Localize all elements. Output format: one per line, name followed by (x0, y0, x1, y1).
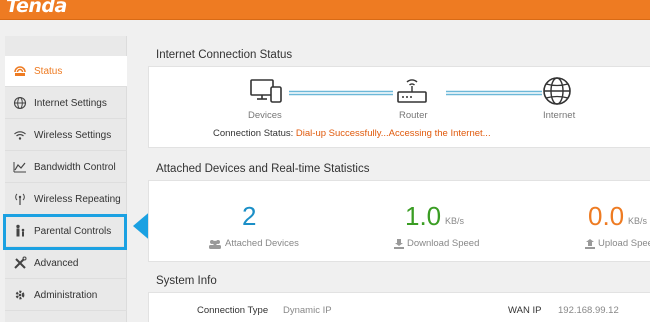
status-icon (13, 64, 27, 78)
gear-icon (13, 288, 27, 302)
internet-status-title: Internet Connection Status (156, 49, 293, 61)
devices-router-link (289, 90, 393, 96)
connection-type-label: Connection Type (197, 305, 269, 316)
connection-status-label: Connection Status: (213, 128, 294, 139)
download-icon (394, 238, 404, 249)
sidebar-item-internet-settings[interactable]: Internet Settings (5, 88, 127, 119)
download-speed-label: Download Speed (407, 238, 480, 249)
tenda-logo: Tenda (6, 0, 67, 17)
sidebar-item-bandwidth-control[interactable]: Bandwidth Control (5, 152, 127, 183)
attached-devices-label: Attached Devices (225, 238, 299, 249)
upload-speed-unit: KB/s (628, 216, 648, 226)
connection-status-value: Dial-up Successfully...Accessing the Int… (295, 128, 491, 139)
sidebar-item-wireless-settings[interactable]: Wireless Settings (5, 120, 127, 151)
upload-speed-value: 0.0 (588, 201, 625, 231)
internet-label: Internet (543, 110, 576, 121)
wifi-icon (13, 128, 27, 142)
download-speed-unit: KB/s (445, 216, 465, 226)
attached-devices-count[interactable]: 2 (242, 203, 256, 229)
users-icon (209, 239, 221, 249)
sidebar-item-label: Wireless Settings (34, 129, 112, 141)
sidebar-item-label: Administration (34, 289, 98, 301)
sidebar-item-advanced[interactable]: Advanced (5, 248, 127, 279)
stats-card (148, 180, 650, 262)
connection-status: Connection Status: Dial-up Successfully.… (213, 128, 491, 139)
upload-speed-label: Upload Spee (598, 238, 650, 249)
devices-label: Devices (248, 110, 282, 121)
sidebar-item-label: Status (34, 65, 63, 77)
antenna-icon (13, 192, 27, 206)
wan-ip-label: WAN IP (508, 305, 542, 316)
upload-icon (585, 238, 595, 249)
connection-type-value: Dynamic IP (283, 305, 332, 316)
attached-devices-label-row: Attached Devices (208, 238, 299, 249)
system-info-title: System Info (156, 275, 217, 287)
router-label: Router (399, 110, 428, 121)
parental-controls-highlight (3, 214, 127, 250)
internet-globe-icon (543, 77, 571, 105)
sidebar-item-label: Wireless Repeating (34, 193, 121, 205)
upload-speed-label-row: Upload Spee (585, 238, 650, 249)
router-internet-link (446, 90, 542, 96)
sidebar-item-administration[interactable]: Administration (5, 280, 127, 311)
tools-icon (13, 256, 27, 270)
sidebar-item-wireless-repeating[interactable]: Wireless Repeating (5, 184, 127, 215)
sidebar-item-status[interactable]: Status (5, 56, 127, 87)
wan-ip-value: 192.168.99.12 (558, 305, 619, 316)
sidebar-item-label: Internet Settings (34, 97, 107, 109)
download-speed-label-row: Download Speed (394, 238, 479, 249)
sidebar-nav: Status Internet Settings Wireless Settin… (5, 36, 127, 322)
sidebar-item-label: Advanced (34, 257, 79, 269)
download-speed-value: 1.0 (405, 201, 442, 231)
stats-title: Attached Devices and Real-time Statistic… (156, 163, 370, 175)
router-icon (397, 79, 427, 103)
devices-icon (250, 79, 282, 103)
top-bar: Tenda (0, 0, 650, 20)
globe-icon (13, 96, 27, 110)
sidebar-item-label: Bandwidth Control (34, 161, 116, 173)
chart-icon (13, 160, 27, 174)
